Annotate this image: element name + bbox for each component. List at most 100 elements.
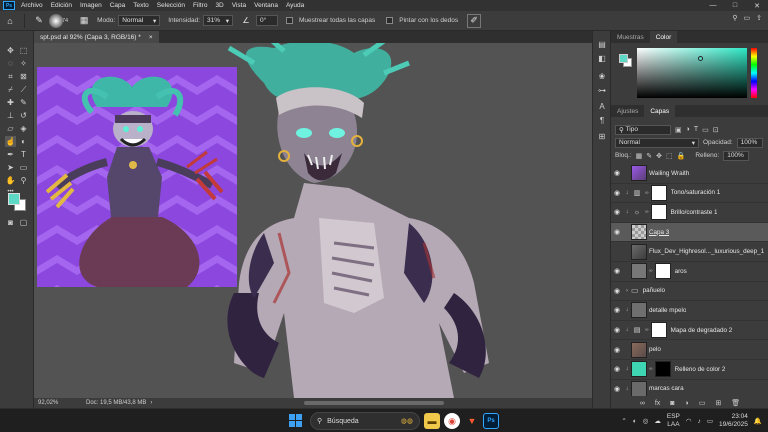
file-explorer-icon[interactable]: ▬	[424, 413, 440, 429]
tab-color[interactable]: Color	[649, 31, 678, 43]
layer-row-wailing-wraith[interactable]: ◉ Wailing Wraith	[611, 164, 768, 184]
minimize-button[interactable]: —	[702, 0, 724, 11]
intensity-field[interactable]: 31% ▾	[203, 15, 234, 26]
notifications-icon[interactable]: 🔔	[754, 417, 762, 425]
close-window-button[interactable]: ✕	[746, 0, 768, 11]
search-icon[interactable]: ⚲	[732, 14, 737, 22]
link-layers-icon[interactable]: ∞	[640, 400, 645, 407]
crop-tool-icon[interactable]: ⌗	[5, 71, 16, 82]
new-group-icon[interactable]: ▭	[699, 399, 706, 407]
horizontal-scrollbar[interactable]	[304, 401, 444, 405]
layer-row-aros[interactable]: ◉ ∞ aros	[611, 262, 768, 282]
menu-imagen[interactable]: Imagen	[76, 2, 106, 9]
screen-mode-icon[interactable]: ▢	[18, 217, 29, 228]
zoom-level[interactable]: 92,02%	[34, 400, 78, 406]
properties-icon[interactable]: ◧	[597, 53, 607, 63]
foreground-color-swatch[interactable]	[8, 193, 20, 205]
paragraph-icon[interactable]: ¶	[597, 115, 607, 125]
blend-mode-select[interactable]: Normal ▾	[615, 137, 699, 148]
lock-transparency-icon[interactable]: ▦	[636, 152, 643, 160]
menu-archivo[interactable]: Archivo	[17, 2, 47, 9]
path-select-tool-icon[interactable]: ➤	[5, 162, 16, 173]
chevron-right-icon[interactable]: ›	[623, 288, 631, 294]
delete-layer-icon[interactable]: 🗑	[731, 399, 740, 407]
layer-row-tono-saturacion[interactable]: ◉ ↓ ▥ ∞ Tono/saturación 1	[611, 184, 768, 204]
clock[interactable]: 23:04 19/6/2025	[719, 413, 748, 429]
battery-icon[interactable]: ▭	[707, 417, 713, 425]
filter-adjust-icon[interactable]: ◑	[686, 126, 690, 133]
menu-ventana[interactable]: Ventana	[250, 2, 282, 9]
canvas-area[interactable]	[34, 43, 610, 398]
maximize-button[interactable]: □	[724, 0, 746, 11]
language-indicator[interactable]: ESP LAA	[667, 413, 680, 429]
filter-type-icon[interactable]: T	[694, 126, 698, 133]
layer-row-flux-dev[interactable]: Flux_Dev_Highresol..._luxurious_deep_1	[611, 242, 768, 262]
layer-row-panuelo[interactable]: ◉ › ▭ pañuelo	[611, 282, 768, 302]
mode-select[interactable]: Normal ▾	[118, 15, 161, 26]
quick-mask-icon[interactable]: ◙	[5, 217, 16, 228]
eyedropper-tool-icon[interactable]: ⌿	[5, 84, 16, 95]
filter-smart-icon[interactable]: ⊡	[713, 126, 719, 134]
volume-icon[interactable]: ♪	[698, 418, 701, 425]
eye-icon[interactable]: ◉	[611, 385, 623, 393]
menu-texto[interactable]: Texto	[129, 2, 153, 9]
finger-paint-checkbox[interactable]	[386, 17, 394, 24]
eye-icon[interactable]: ◉	[611, 346, 623, 354]
layer-style-icon[interactable]: fx	[655, 400, 660, 407]
tab-muestras[interactable]: Muestras	[611, 31, 650, 43]
tab-ajustes[interactable]: Ajustes	[611, 105, 644, 117]
discord-icon[interactable]: ◐	[633, 418, 637, 425]
chevron-right-icon[interactable]: ›	[150, 400, 152, 406]
filter-shape-icon[interactable]: ▭	[702, 126, 709, 134]
steam-icon[interactable]: ◎	[643, 417, 649, 425]
taskbar-search[interactable]: ⚲ Búsqueda ◍◍	[310, 412, 420, 430]
clone-stamp-tool-icon[interactable]: ⊥	[5, 110, 16, 121]
eye-icon[interactable]: ◉	[611, 267, 623, 275]
eye-icon[interactable]: ◉	[611, 228, 623, 236]
layer-row-pelo[interactable]: ◉ pelo	[611, 340, 768, 360]
brush-preview-icon[interactable]	[49, 13, 63, 28]
adjust-icon[interactable]: ⊶	[597, 85, 607, 95]
menu-vista[interactable]: Vista	[228, 2, 250, 9]
hue-slider[interactable]	[751, 48, 757, 98]
layer-row-detalle-mpelo[interactable]: ◉ ↓ detalle mpelo	[611, 301, 768, 321]
menu-capa[interactable]: Capa	[106, 2, 130, 9]
smudge-tool-preset-icon[interactable]: ✎	[32, 14, 46, 28]
cloud-icon[interactable]: ☁	[654, 417, 661, 425]
filter-pixel-icon[interactable]: ▣	[675, 126, 682, 134]
photoshop-taskbar-icon[interactable]: Ps	[483, 413, 499, 429]
eye-icon[interactable]: ◉	[611, 208, 623, 216]
eye-icon[interactable]: ◉	[611, 169, 623, 177]
info-icon[interactable]: ⊞	[597, 131, 607, 141]
lock-position-icon[interactable]: ✥	[656, 152, 662, 160]
character-icon[interactable]: A	[597, 101, 607, 111]
brave-icon[interactable]: ▼	[464, 413, 480, 429]
tab-capas[interactable]: Capas	[644, 105, 676, 117]
document-tab[interactable]: spt.psd al 92% (Capa 3, RGB/16) * ×	[34, 31, 159, 43]
menu-ayuda[interactable]: Ayuda	[282, 2, 308, 9]
new-layer-icon[interactable]: ⊞	[715, 399, 721, 407]
eye-icon[interactable]: ◉	[611, 365, 623, 373]
menu-edicion[interactable]: Edición	[47, 2, 76, 9]
eye-icon[interactable]: ◉	[611, 287, 623, 295]
chevron-up-icon[interactable]: ⌃	[621, 417, 626, 425]
quick-select-tool-icon[interactable]: ✧	[18, 58, 29, 69]
smudge-tool-icon[interactable]: ☝	[5, 136, 16, 147]
close-tab-icon[interactable]: ×	[149, 34, 153, 41]
menu-3d[interactable]: 3D	[211, 2, 227, 9]
eye-icon[interactable]: ◉	[611, 326, 623, 334]
angle-field[interactable]: 0°	[256, 15, 279, 26]
paint-bucket-tool-icon[interactable]: ◈	[18, 123, 29, 134]
brush-tool-icon[interactable]: ✎	[18, 97, 29, 108]
chrome-icon[interactable]: ◉	[444, 413, 460, 429]
opacity-field[interactable]: 100%	[736, 137, 763, 148]
move-tool-icon[interactable]: ✥	[5, 45, 16, 56]
history-icon[interactable]: ▤	[597, 39, 607, 49]
layer-row-mapa-degradado[interactable]: ◉ ↓ ▤ ∞ Mapa de degradado 2	[611, 321, 768, 341]
layer-row-relleno-color[interactable]: ◉ ↓ ∞ Relleno de color 2	[611, 360, 768, 380]
panel-foreground-swatch[interactable]	[619, 54, 628, 63]
zoom-tool-icon[interactable]: ⚲	[18, 175, 29, 186]
layer-filter-select[interactable]: ⚲ Tipo	[615, 124, 671, 135]
new-adjustment-icon[interactable]: ◑	[685, 400, 689, 407]
windows-start-icon[interactable]	[289, 414, 302, 427]
